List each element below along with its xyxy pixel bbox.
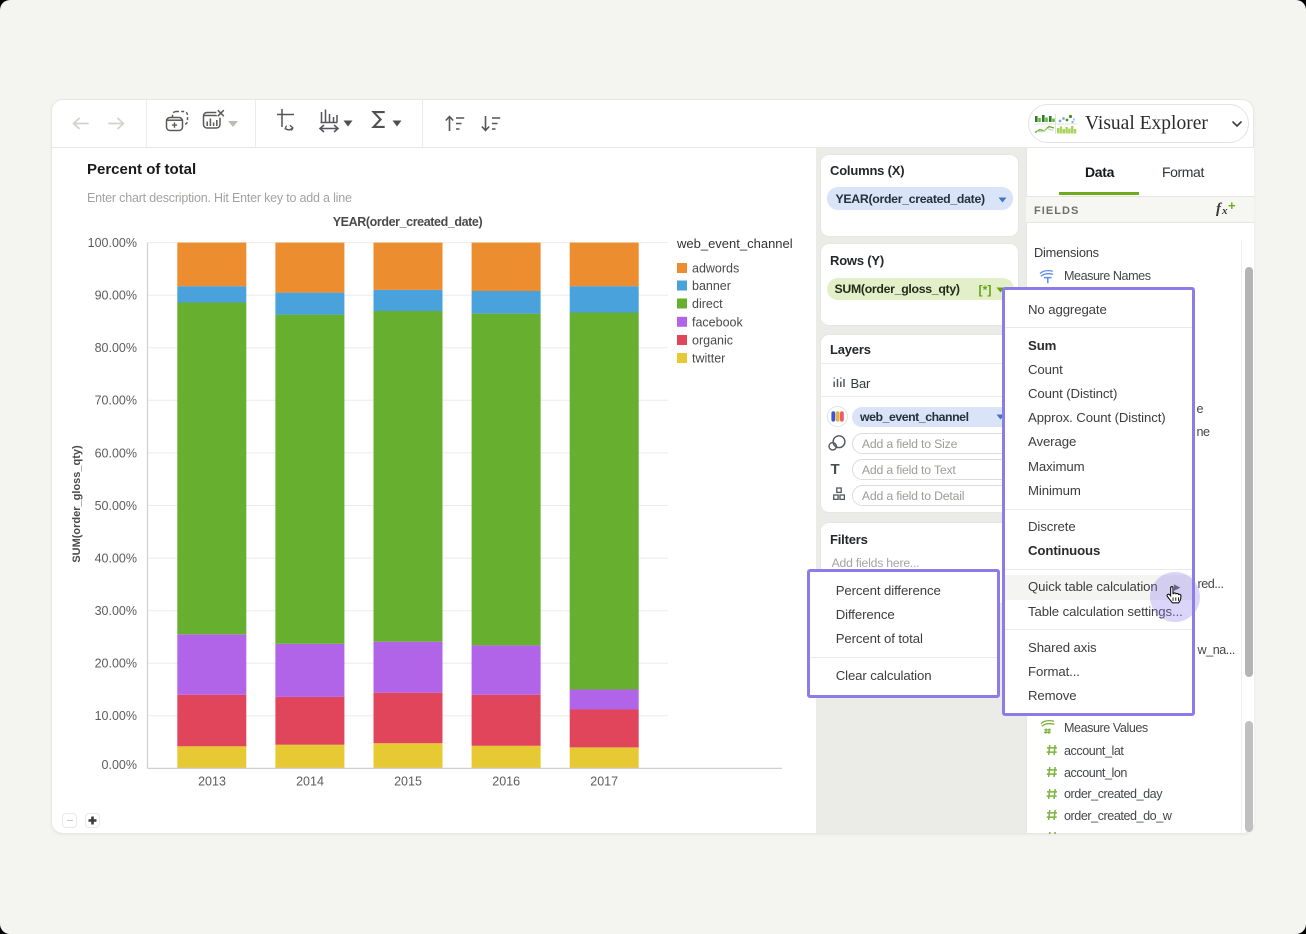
svg-text:web_event_channel: web_event_channel — [676, 236, 793, 251]
svg-text:30.00%: 30.00% — [95, 604, 137, 618]
svg-text:organic: organic — [692, 334, 733, 348]
svg-text:60.00%: 60.00% — [95, 446, 137, 460]
svg-text:2013: 2013 — [198, 775, 226, 789]
svg-text:40.00%: 40.00% — [95, 552, 137, 566]
svg-text:70.00%: 70.00% — [95, 394, 137, 408]
svg-text:facebook: facebook — [692, 315, 743, 329]
svg-text:direct: direct — [692, 297, 723, 311]
svg-text:2016: 2016 — [492, 775, 520, 789]
svg-text:banner: banner — [692, 279, 731, 293]
svg-text:100.00%: 100.00% — [88, 236, 137, 250]
svg-text:90.00%: 90.00% — [95, 289, 137, 303]
svg-text:2014: 2014 — [296, 775, 324, 789]
svg-text:twitter: twitter — [692, 352, 725, 366]
svg-text:50.00%: 50.00% — [95, 499, 137, 513]
svg-text:0.00%: 0.00% — [102, 758, 137, 772]
svg-text:SUM(order_gloss_qty): SUM(order_gloss_qty) — [71, 445, 83, 563]
svg-text:adwords: adwords — [692, 262, 739, 276]
svg-text:2017: 2017 — [590, 775, 618, 789]
svg-text:10.00%: 10.00% — [95, 709, 137, 723]
svg-text:20.00%: 20.00% — [95, 657, 137, 671]
svg-text:80.00%: 80.00% — [95, 341, 137, 355]
svg-text:2015: 2015 — [394, 775, 422, 789]
